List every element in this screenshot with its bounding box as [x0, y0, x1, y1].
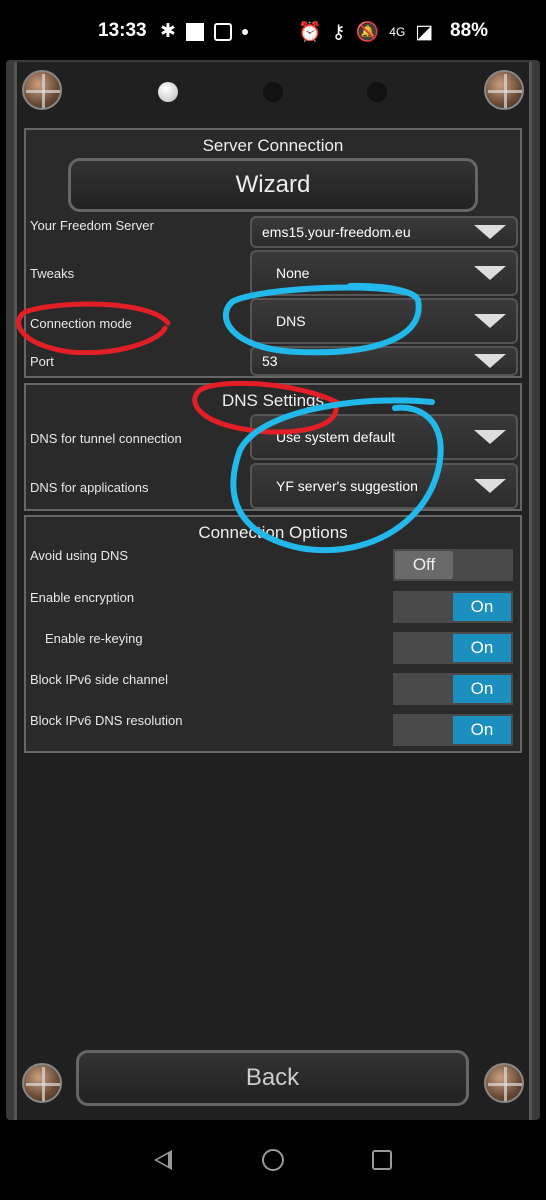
freedom-server-label: Your Freedom Server [30, 218, 154, 233]
avoid-dns-label: Avoid using DNS [30, 548, 129, 563]
status-bar: 13:33 ✱ ⏰ ⚷ 🔕 4G ◪ 88% [0, 0, 546, 60]
enable-encryption-toggle[interactable]: On [392, 590, 514, 624]
page-indicator-1[interactable] [158, 82, 178, 102]
toggle-state: On [453, 593, 511, 621]
chevron-down-icon [474, 314, 506, 328]
freedom-server-dropdown[interactable]: ems15.your-freedom.eu [250, 216, 518, 248]
dns-apps-value: YF server's suggestion [276, 478, 418, 494]
dns-apps-label: DNS for applications [30, 480, 149, 495]
block-ipv6-side-toggle[interactable]: On [392, 672, 514, 706]
nav-home-icon[interactable] [262, 1149, 284, 1171]
key-icon: ⚷ [331, 21, 346, 43]
dns-settings-section: DNS Settings DNS for tunnel connection U… [24, 383, 522, 511]
dns-tunnel-dropdown[interactable]: Use system default [250, 414, 518, 460]
toggle-state: On [453, 634, 511, 662]
slack-icon: ✱ [160, 21, 176, 42]
bolt-icon [484, 1063, 524, 1103]
freedom-server-value: ems15.your-freedom.eu [262, 224, 411, 240]
chevron-down-icon [474, 479, 506, 493]
dns-tunnel-value: Use system default [276, 429, 396, 445]
more-notifications-dot-icon [241, 28, 248, 35]
block-ipv6-dns-toggle[interactable]: On [392, 713, 514, 747]
notification-square-icon [185, 22, 204, 41]
section-title: DNS Settings [221, 391, 325, 410]
connection-mode-value: DNS [276, 313, 306, 329]
chevron-down-icon [474, 225, 506, 239]
toggle-state: Off [395, 551, 453, 579]
connection-mode-label: Connection mode [30, 316, 132, 331]
port-label: Port [30, 354, 54, 369]
chevron-down-icon [474, 266, 506, 280]
battery-percentage: 88% [450, 20, 489, 41]
enable-rekeying-label: Enable re-keying [45, 631, 143, 646]
bolt-icon [22, 70, 62, 110]
package-icon [213, 22, 232, 41]
tweaks-label: Tweaks [30, 266, 75, 281]
bolt-icon [22, 1063, 62, 1103]
avoid-dns-toggle[interactable]: Off [392, 548, 514, 582]
section-title: Connection Options [198, 523, 348, 542]
enable-encryption-label: Enable encryption [30, 590, 135, 605]
port-dropdown[interactable]: 53 [250, 346, 518, 376]
signal-icon: 4G [389, 25, 406, 39]
no-signal-icon: ◪ [415, 21, 434, 43]
nav-recents-icon[interactable] [372, 1150, 392, 1170]
back-button[interactable]: Back [76, 1050, 469, 1106]
tweaks-value: None [276, 265, 310, 281]
connection-mode-dropdown[interactable]: DNS [250, 298, 518, 344]
page-indicator-2[interactable] [263, 82, 283, 102]
chevron-down-icon [474, 430, 506, 444]
clock: 13:33 [98, 20, 147, 41]
bolt-icon [484, 70, 524, 110]
alarm-icon: ⏰ [298, 22, 322, 43]
chevron-down-icon [474, 354, 506, 368]
block-ipv6-side-label: Block IPv6 side channel [30, 672, 169, 687]
wizard-button[interactable]: Wizard [68, 158, 478, 212]
enable-rekeying-toggle[interactable]: On [392, 631, 514, 665]
section-title: Server Connection [202, 136, 344, 155]
dns-tunnel-label: DNS for tunnel connection [30, 431, 182, 446]
page-indicator-3[interactable] [367, 82, 387, 102]
nav-back-icon[interactable] [154, 1150, 172, 1170]
block-ipv6-dns-label: Block IPv6 DNS resolution [30, 713, 183, 728]
port-value: 53 [262, 353, 278, 369]
mute-icon: 🔕 [355, 22, 380, 43]
toggle-state: On [453, 675, 511, 703]
toggle-state: On [453, 716, 511, 744]
dns-apps-dropdown[interactable]: YF server's suggestion [250, 463, 518, 509]
tweaks-dropdown[interactable]: None [250, 250, 518, 296]
